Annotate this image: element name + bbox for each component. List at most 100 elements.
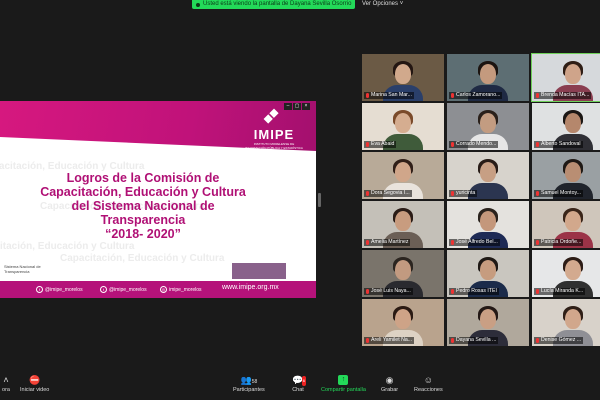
participant-name-text: Amelia Martínez — [371, 239, 409, 245]
slide-footer: f @imipe_morelos t @imipe_morelos ◎ imipe_m… — [0, 281, 316, 298]
facebook-handle: f @imipe_morelos — [36, 286, 83, 293]
participant-gallery: Marina San Mar... Carlos Zamorano... Brend… — [362, 53, 600, 346]
participant-name-text: yuricinta — [456, 190, 476, 196]
video-off-icon: ⛔ — [29, 375, 41, 385]
participant-tile[interactable]: Samuel Montoy... — [532, 152, 600, 199]
participant-tile[interactable]: Dora Segovia I... — [362, 152, 444, 199]
watermark-text: Capacitación, Educación y Cultura — [0, 241, 135, 252]
participant-name-text: Brenda Macías ITA... — [541, 92, 590, 98]
slide-title-line: “2018- 2020” — [105, 227, 181, 241]
instagram-icon: ◎ — [160, 286, 167, 293]
muted-mic-icon — [366, 289, 369, 294]
participant-name: Areli Yamilet Na... — [364, 337, 415, 344]
twitter-icon: t — [100, 286, 107, 293]
muted-mic-icon — [536, 338, 539, 343]
participant-tile[interactable]: José Luis Naya... — [362, 250, 444, 297]
participant-name-text: Marina San Mar... — [371, 92, 412, 98]
participant-face — [395, 260, 411, 280]
muted-mic-icon — [451, 93, 454, 98]
splitter-handle[interactable] — [318, 193, 321, 207]
slide-title-line: Capacitación, Educación y Cultura — [40, 185, 246, 199]
screen-share-banner: Usted está viendo la pantalla de Dayana … — [192, 0, 356, 9]
reactions-button[interactable]: ☺ Reacciones — [414, 375, 443, 393]
muted-mic-icon — [451, 338, 454, 343]
participant-face — [480, 162, 496, 182]
participant-name: Pedro Rosas ITEI — [449, 288, 499, 295]
chat-badge: 6 — [301, 376, 306, 386]
participant-name: Dayana Sevilla ... — [449, 337, 499, 344]
participant-face — [565, 211, 581, 231]
muted-mic-icon — [451, 289, 454, 294]
participant-name: Corrado Mendo... — [449, 141, 499, 148]
slide-title-line: del Sistema Nacional de — [71, 199, 215, 213]
muted-mic-icon — [536, 191, 539, 196]
participant-tile[interactable]: Marina San Mar... — [362, 54, 444, 101]
record-button[interactable]: ◉ Grabar — [381, 375, 398, 393]
participant-tile[interactable]: Denise Gómez ... — [532, 299, 600, 346]
participant-face — [565, 309, 581, 329]
commission-logo — [232, 263, 286, 279]
reactions-label: Reacciones — [414, 387, 443, 393]
participants-label: Participantes — [233, 387, 265, 393]
slide-title-line: Logros de la Comisión de — [66, 171, 220, 185]
chat-button[interactable]: 💬 6 Chat — [292, 375, 306, 393]
participant-tile[interactable]: Pedro Rosas ITEI — [447, 250, 529, 297]
participant-face — [480, 211, 496, 231]
facebook-text: @imipe_morelos — [45, 286, 83, 293]
participant-tile[interactable]: Amelia Martínez — [362, 201, 444, 248]
muted-mic-icon — [536, 289, 539, 294]
participant-tile[interactable]: Alberto Sandoval — [532, 103, 600, 150]
participant-tile[interactable]: Patricia Ordoñe... — [532, 201, 600, 248]
chevron-up-icon: ˄ — [3, 375, 9, 385]
participant-name: Denise Gómez ... — [534, 337, 584, 344]
instagram-text: imipe_morelos — [169, 286, 202, 293]
slide-title: Logros de la Comisión de Capacitación, E… — [0, 171, 286, 241]
muted-mic-icon — [366, 240, 369, 245]
participant-name: Brenda Macías ITA... — [534, 92, 592, 99]
chat-label: Chat — [292, 387, 304, 393]
participant-name: Carlos Zamorano... — [449, 92, 503, 99]
participant-tile[interactable]: Corrado Mendo... — [447, 103, 529, 150]
muted-mic-icon — [536, 240, 539, 245]
participant-name: Samuel Montoy... — [534, 190, 583, 197]
shared-screen: Capacitación, Educación y Cultura Capaci… — [0, 101, 316, 298]
muted-mic-icon — [366, 191, 369, 196]
start-video-button[interactable]: ⛔ Iniciar video — [20, 375, 49, 393]
participant-name: Lucía Miranda K... — [534, 288, 586, 295]
participant-name-text: Dora Segovia I... — [371, 190, 410, 196]
participant-name-text: Patricia Ordoñe... — [541, 239, 582, 245]
share-screen-button[interactable]: ↑ Compartir pantalla — [321, 375, 366, 393]
participant-tile[interactable]: Carlos Zamorano... — [447, 54, 529, 101]
participants-count: 58 — [251, 379, 258, 385]
participant-face — [565, 162, 581, 182]
muted-mic-icon — [451, 240, 454, 245]
audio-button[interactable]: ˄ ora — [0, 375, 12, 393]
muted-mic-icon — [366, 93, 369, 98]
muted-mic-icon — [366, 142, 369, 147]
participant-face — [565, 260, 581, 280]
participant-name: yuricinta — [449, 190, 478, 197]
participant-tile[interactable]: Eva Abaid — [362, 103, 444, 150]
share-indicator-icon — [196, 2, 200, 7]
participants-button[interactable]: 👥58 Participantes — [233, 375, 265, 393]
participant-tile[interactable]: yuricinta — [447, 152, 529, 199]
participant-face — [565, 113, 581, 133]
participant-tile[interactable]: Areli Yamilet Na... — [362, 299, 444, 346]
participant-name-text: Carlos Zamorano... — [456, 92, 501, 98]
participant-face — [480, 64, 496, 84]
participant-name: José Luis Naya... — [364, 288, 413, 295]
view-options-button[interactable]: Ver Opciones ˅ — [362, 0, 403, 9]
participant-face — [395, 64, 411, 84]
participant-tile[interactable]: Brenda Macías ITA... — [531, 53, 600, 102]
reactions-icon: ☺ — [423, 375, 433, 385]
video-label: Iniciar video — [20, 387, 50, 393]
participant-tile[interactable]: Dayana Sevilla ... — [447, 299, 529, 346]
participant-face — [395, 113, 411, 133]
participant-name-text: Areli Yamilet Na... — [371, 337, 413, 343]
top-bar: Usted está viendo la pantalla de Dayana … — [0, 0, 600, 10]
participant-name-text: José Luis Naya... — [371, 288, 411, 294]
participant-tile[interactable]: Lucía Miranda K... — [532, 250, 600, 297]
participant-tile[interactable]: José Alfredo Bel... — [447, 201, 529, 248]
participant-face — [395, 211, 411, 231]
participant-name: José Alfredo Bel... — [449, 239, 500, 246]
